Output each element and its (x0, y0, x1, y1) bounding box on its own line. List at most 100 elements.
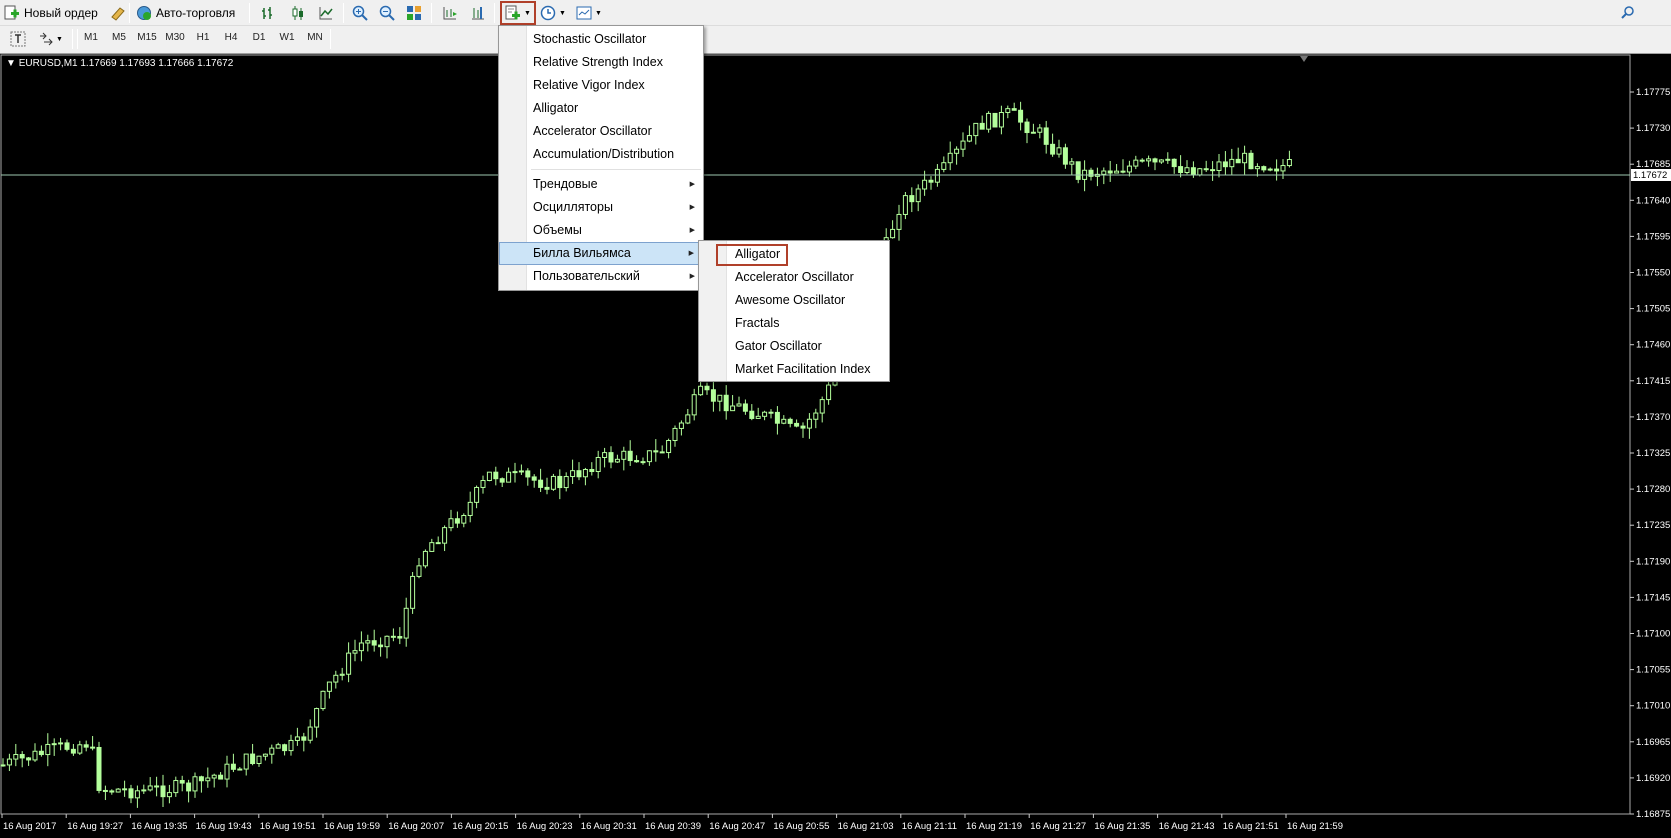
candle-body (1126, 165, 1132, 173)
menu-item-rsi[interactable]: Relative Strength Index (499, 51, 703, 74)
auto-trading-button[interactable]: Авто-торговля (136, 3, 235, 23)
bar-chart-button[interactable] (260, 3, 276, 23)
candle-body (563, 476, 569, 489)
time-label: 16 Aug 21:59 (1287, 821, 1343, 832)
candle-body (218, 774, 224, 780)
timeframe-m5[interactable]: M5 (106, 32, 132, 43)
candlestick-chart-button[interactable] (290, 3, 306, 23)
candle-body (186, 782, 192, 792)
candle-body (640, 461, 646, 464)
candle-body (314, 708, 320, 728)
candle-body (128, 788, 134, 799)
candle-body (1267, 168, 1273, 171)
candle-body (992, 112, 998, 128)
candle-body (595, 456, 601, 473)
indicators-button[interactable]: ▼ (500, 1, 536, 25)
template-icon (576, 5, 592, 21)
menu-item-oscillators-label: Осцилляторы (533, 200, 613, 214)
candle-body (397, 636, 403, 639)
menu-item-bill-williams-label: Билла Вильямса (533, 246, 631, 260)
chart-shift-button[interactable] (442, 3, 458, 23)
candle-body (352, 650, 358, 654)
menu-item-accelerator[interactable]: Accelerator Oscillator (499, 120, 703, 143)
time-label: 16 Aug 20:55 (773, 821, 829, 832)
menu-item-alligator[interactable]: Alligator (499, 97, 703, 120)
timeframe-w1[interactable]: W1 (274, 32, 300, 43)
candle-body (998, 111, 1004, 128)
menu-item-accumulation[interactable]: Accumulation/Distribution (499, 143, 703, 166)
chart-canvas: 1.17775 1.17730 1.17685 1.17640 1.17595 1.175… (0, 54, 1671, 832)
price-label: 1.17640 (1636, 195, 1670, 206)
submenu-item-alligator[interactable]: Alligator (699, 243, 889, 266)
timeframe-mn[interactable]: MN (302, 32, 328, 43)
menu-item-trend[interactable]: Трендовые ▶ (499, 173, 703, 196)
time-label: 16 Aug 20:15 (452, 821, 508, 832)
line-chart-button[interactable] (318, 3, 334, 23)
candle-body (371, 640, 377, 646)
candle-body (307, 726, 313, 741)
candle-body (122, 788, 128, 791)
candle-body (83, 744, 89, 748)
chevron-right-icon: ▶ (689, 227, 695, 234)
candle-body (602, 452, 608, 458)
menu-item-oscillators[interactable]: Осцилляторы ▶ (499, 196, 703, 219)
submenu-item-accelerator[interactable]: Accelerator Oscillator (699, 266, 889, 289)
candle-body (435, 542, 441, 545)
timeframe-h4[interactable]: H4 (218, 32, 244, 43)
zoom-out-button[interactable] (379, 3, 395, 23)
tile-windows-button[interactable] (406, 3, 422, 23)
submenu-item-gator[interactable]: Gator Oscillator (699, 335, 889, 358)
zoom-in-button[interactable] (352, 3, 368, 23)
autoscroll-button[interactable] (470, 3, 486, 23)
text-tool-button[interactable] (10, 29, 26, 49)
candle-body (742, 403, 748, 412)
timeframe-m30[interactable]: M30 (162, 32, 188, 43)
search-button[interactable] (1620, 3, 1636, 23)
candle-body (448, 518, 454, 529)
submenu-item-mfi[interactable]: Market Facilitation Index (699, 358, 889, 381)
timeframe-m15[interactable]: M15 (134, 32, 160, 43)
price-chart[interactable]: 1.17775 1.17730 1.17685 1.17640 1.17595 1.175… (0, 54, 1671, 838)
timeframe-h1[interactable]: H1 (190, 32, 216, 43)
periods-button[interactable]: ▼ (540, 3, 566, 23)
arrows-tool-button[interactable]: ▼ (38, 29, 63, 49)
candle-body (1062, 147, 1068, 165)
time-label: 16 Aug 20:07 (388, 821, 444, 832)
price-label: 1.17280 (1636, 484, 1670, 495)
timeframe-m1[interactable]: M1 (78, 32, 104, 43)
candle-body (179, 780, 185, 784)
submenu-item-awesome[interactable]: Awesome Oscillator (699, 289, 889, 312)
indicators-menu: Stochastic Oscillator Relative Strength … (498, 25, 704, 291)
metaeditor-button[interactable] (110, 3, 126, 23)
candle-body (486, 471, 492, 482)
current-price-label: 1.17672 (1633, 170, 1667, 181)
chevron-right-icon: ▶ (689, 273, 695, 280)
candle-body (1165, 158, 1171, 161)
symbol-menu-icon[interactable]: ▼ (6, 58, 16, 69)
candle-body (461, 514, 467, 524)
candle-body (659, 451, 665, 454)
submenu-item-fractals[interactable]: Fractals (699, 312, 889, 335)
menu-item-trend-label: Трендовые (533, 177, 598, 191)
chevron-down-icon: ▼ (524, 9, 531, 17)
menu-item-bill-williams[interactable]: Билла Вильямса ▶ (499, 242, 703, 265)
templates-button[interactable]: ▼ (576, 3, 602, 23)
menu-item-rvi[interactable]: Relative Vigor Index (499, 74, 703, 97)
candle-body (1229, 158, 1235, 168)
menu-item-volumes[interactable]: Объемы ▶ (499, 219, 703, 242)
new-order-button[interactable]: Новый ордер (4, 3, 98, 23)
candle-body (1139, 159, 1145, 162)
candle-body (1280, 165, 1286, 172)
timeframe-d1[interactable]: D1 (246, 32, 272, 43)
candle-body (205, 777, 211, 782)
price-label: 1.17730 (1636, 123, 1670, 134)
candle-body (250, 753, 256, 765)
chevron-right-icon: ▶ (689, 204, 695, 211)
menu-item-stochastic[interactable]: Stochastic Oscillator (499, 28, 703, 51)
time-label: 16 Aug 2017 (3, 821, 56, 832)
price-label: 1.16920 (1636, 773, 1670, 784)
candle-body (416, 565, 422, 577)
candle-body (160, 785, 166, 798)
menu-item-custom[interactable]: Пользовательский ▶ (499, 265, 703, 288)
main-toolbar: Новый ордер Авто-торговля ▼ ▼ ▼ (0, 0, 1671, 26)
